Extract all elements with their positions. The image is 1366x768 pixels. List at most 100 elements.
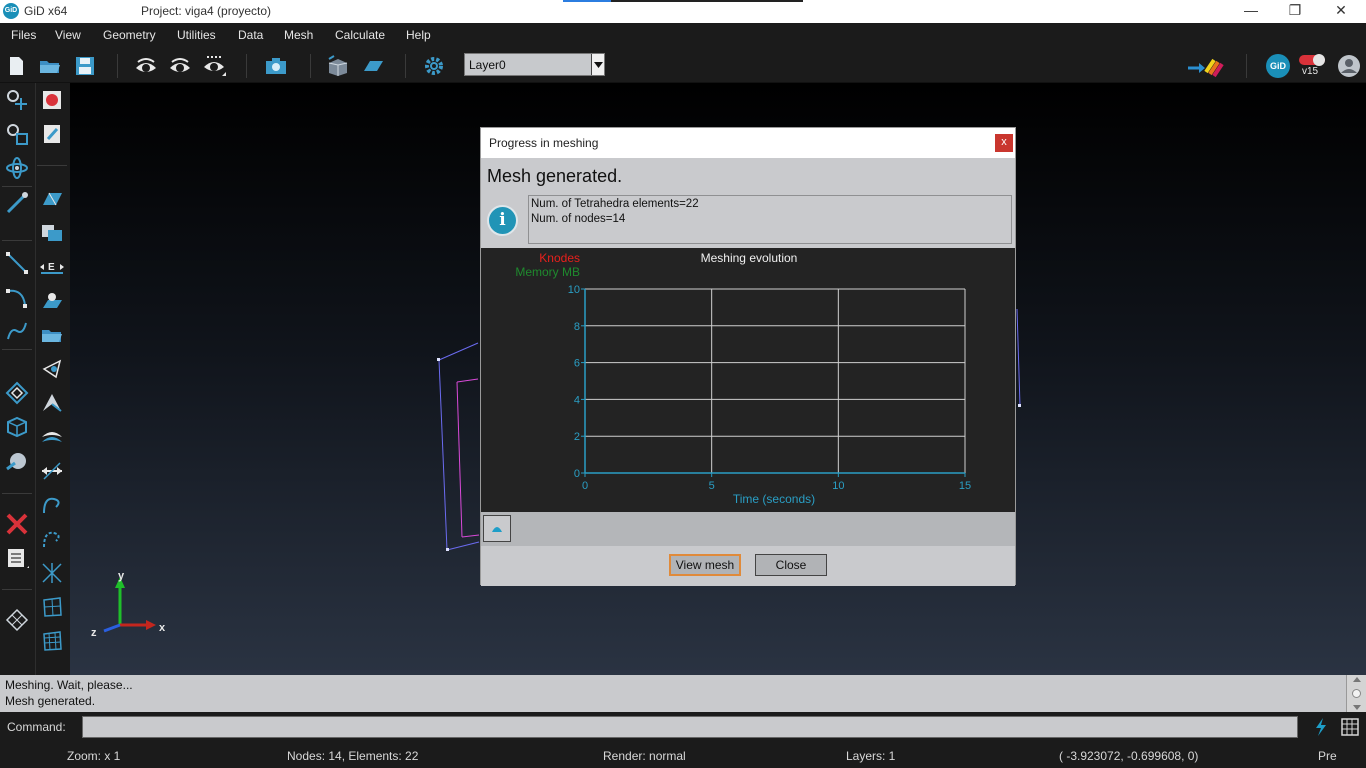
layers-surface-icon[interactable] bbox=[38, 423, 66, 451]
dimension-icon[interactable] bbox=[38, 457, 66, 485]
arrow-rainbow-icon[interactable] bbox=[1188, 53, 1228, 79]
eye-icon[interactable] bbox=[133, 53, 159, 79]
line-icon[interactable] bbox=[3, 249, 31, 277]
cube-icon[interactable] bbox=[3, 413, 31, 441]
menu-data[interactable]: Data bbox=[238, 28, 263, 42]
import-surface-icon[interactable] bbox=[38, 287, 66, 315]
dialog-close-icon[interactable]: x bbox=[995, 134, 1013, 152]
title-strip bbox=[563, 0, 803, 2]
point-move-icon[interactable] bbox=[3, 120, 31, 148]
toolbar-separator bbox=[405, 54, 406, 78]
grid-icon[interactable] bbox=[1340, 717, 1360, 737]
expand-options-button[interactable] bbox=[483, 515, 511, 542]
new-file-icon[interactable] bbox=[3, 53, 29, 79]
menu-geometry[interactable]: Geometry bbox=[103, 28, 156, 42]
curve-icon[interactable] bbox=[38, 491, 66, 519]
output-scrollbar[interactable] bbox=[1346, 675, 1366, 712]
y-tick-label: 10 bbox=[568, 284, 580, 296]
left-separator bbox=[2, 493, 32, 494]
menu-mesh[interactable]: Mesh bbox=[284, 28, 313, 42]
open-folder-icon[interactable] bbox=[37, 53, 63, 79]
user-icon[interactable] bbox=[1336, 53, 1362, 79]
restore-button[interactable]: ❐ bbox=[1272, 0, 1318, 23]
menu-files[interactable]: Files bbox=[11, 28, 36, 42]
measure-icon[interactable] bbox=[3, 189, 31, 217]
point-create-icon[interactable] bbox=[3, 86, 31, 114]
spline-icon[interactable] bbox=[3, 317, 31, 345]
mesh-grid-icon[interactable] bbox=[3, 606, 31, 634]
delete-icon[interactable] bbox=[3, 510, 31, 538]
triangle-point-icon[interactable] bbox=[38, 355, 66, 383]
status-bar: Zoom: x 1 Nodes: 14, Elements: 22 Render… bbox=[0, 742, 1366, 768]
log-line: Meshing. Wait, please... bbox=[5, 678, 133, 692]
command-input[interactable] bbox=[82, 716, 1298, 738]
list-icon[interactable] bbox=[3, 544, 31, 572]
gid-logo-icon[interactable]: GiD bbox=[1265, 53, 1291, 79]
edit-icon[interactable] bbox=[38, 120, 66, 148]
scrollbar-thumb[interactable] bbox=[1352, 689, 1361, 698]
dialog-button-row: View mesh Close bbox=[481, 546, 1015, 586]
record-icon[interactable] bbox=[38, 86, 66, 114]
minimize-button[interactable]: — bbox=[1228, 0, 1274, 23]
element-edge-icon[interactable]: E bbox=[38, 253, 66, 281]
progress-dialog: Progress in meshing x Mesh generated. i … bbox=[480, 127, 1016, 586]
left-toolbar: E bbox=[0, 83, 70, 675]
left-separator bbox=[2, 589, 32, 590]
dialog-options-strip bbox=[481, 512, 1015, 546]
app-name: GiD x64 bbox=[24, 4, 68, 18]
toolbar-separator bbox=[1246, 54, 1247, 78]
eye-options-icon[interactable] bbox=[201, 53, 227, 79]
chevron-down-icon[interactable] bbox=[591, 54, 604, 75]
menu-view[interactable]: View bbox=[55, 28, 81, 42]
lightning-icon[interactable] bbox=[1311, 717, 1331, 737]
curve-points-icon[interactable] bbox=[38, 525, 66, 553]
intersect-icon[interactable] bbox=[38, 559, 66, 587]
arc-icon[interactable] bbox=[3, 283, 31, 311]
log-line: Mesh generated. bbox=[5, 694, 96, 708]
eye-rotate-icon[interactable] bbox=[167, 53, 193, 79]
mesh-boxes-icon[interactable] bbox=[326, 53, 352, 79]
menu-utilities[interactable]: Utilities bbox=[177, 28, 216, 42]
dialog-heading: Mesh generated. bbox=[487, 166, 623, 186]
output-log: Meshing. Wait, please... Mesh generated. bbox=[0, 675, 1366, 712]
triangle-icon[interactable] bbox=[38, 389, 66, 417]
contour-icon[interactable] bbox=[3, 379, 31, 407]
grid-surface-icon[interactable] bbox=[38, 593, 66, 621]
camera-icon[interactable] bbox=[263, 53, 289, 79]
chart-title: Meshing evolution bbox=[701, 251, 798, 265]
open-layers-icon[interactable] bbox=[38, 321, 66, 349]
save-icon[interactable] bbox=[72, 53, 98, 79]
dialog-title: Progress in meshing bbox=[489, 136, 599, 150]
menu-help[interactable]: Help bbox=[406, 28, 431, 42]
status-layers: Layers: 1 bbox=[846, 749, 896, 763]
volume-icon[interactable] bbox=[38, 219, 66, 247]
window-close-button[interactable]: ✕ bbox=[1318, 0, 1364, 23]
info-message-box: Num. of Tetrahedra elements=22 Num. of n… bbox=[528, 195, 1012, 244]
layer-select[interactable]: Layer0 bbox=[464, 53, 605, 76]
surface-icon[interactable] bbox=[360, 53, 386, 79]
close-button[interactable]: Close bbox=[755, 554, 827, 576]
status-mode[interactable]: Pre bbox=[1318, 749, 1337, 763]
y-tick-label: 4 bbox=[574, 394, 580, 406]
atom-icon[interactable] bbox=[3, 154, 31, 182]
left-toolbar-divider bbox=[35, 83, 36, 675]
surface-draw-icon[interactable] bbox=[38, 185, 66, 213]
mesh-surface-icon[interactable] bbox=[38, 627, 66, 655]
axes-gizmo: y x z bbox=[91, 570, 166, 639]
project-title: Project: viga4 (proyecto) bbox=[141, 4, 272, 18]
main-toolbar: Layer0 GiD v15 bbox=[0, 48, 1366, 83]
status-coordinates: ( -3.923072, -0.699608, 0) bbox=[1059, 749, 1199, 763]
gid-app-icon: GiD bbox=[3, 3, 19, 19]
svg-text:E: E bbox=[48, 262, 55, 273]
toolbar-separator bbox=[246, 54, 247, 78]
sphere-icon[interactable] bbox=[3, 447, 31, 475]
menu-calculate[interactable]: Calculate bbox=[335, 28, 385, 42]
info-line-elements: Num. of Tetrahedra elements=22 bbox=[531, 198, 699, 210]
view-mesh-button[interactable]: View mesh bbox=[669, 554, 741, 576]
settings-gear-icon[interactable] bbox=[421, 53, 447, 79]
y-tick-label: 2 bbox=[574, 431, 580, 443]
gid-badge: GiD bbox=[1266, 54, 1290, 78]
y-tick-label: 6 bbox=[574, 358, 580, 370]
window-title-bar: GiD GiD x64 Project: viga4 (proyecto) — … bbox=[0, 0, 1366, 23]
x-tick-label: 0 bbox=[582, 480, 588, 492]
